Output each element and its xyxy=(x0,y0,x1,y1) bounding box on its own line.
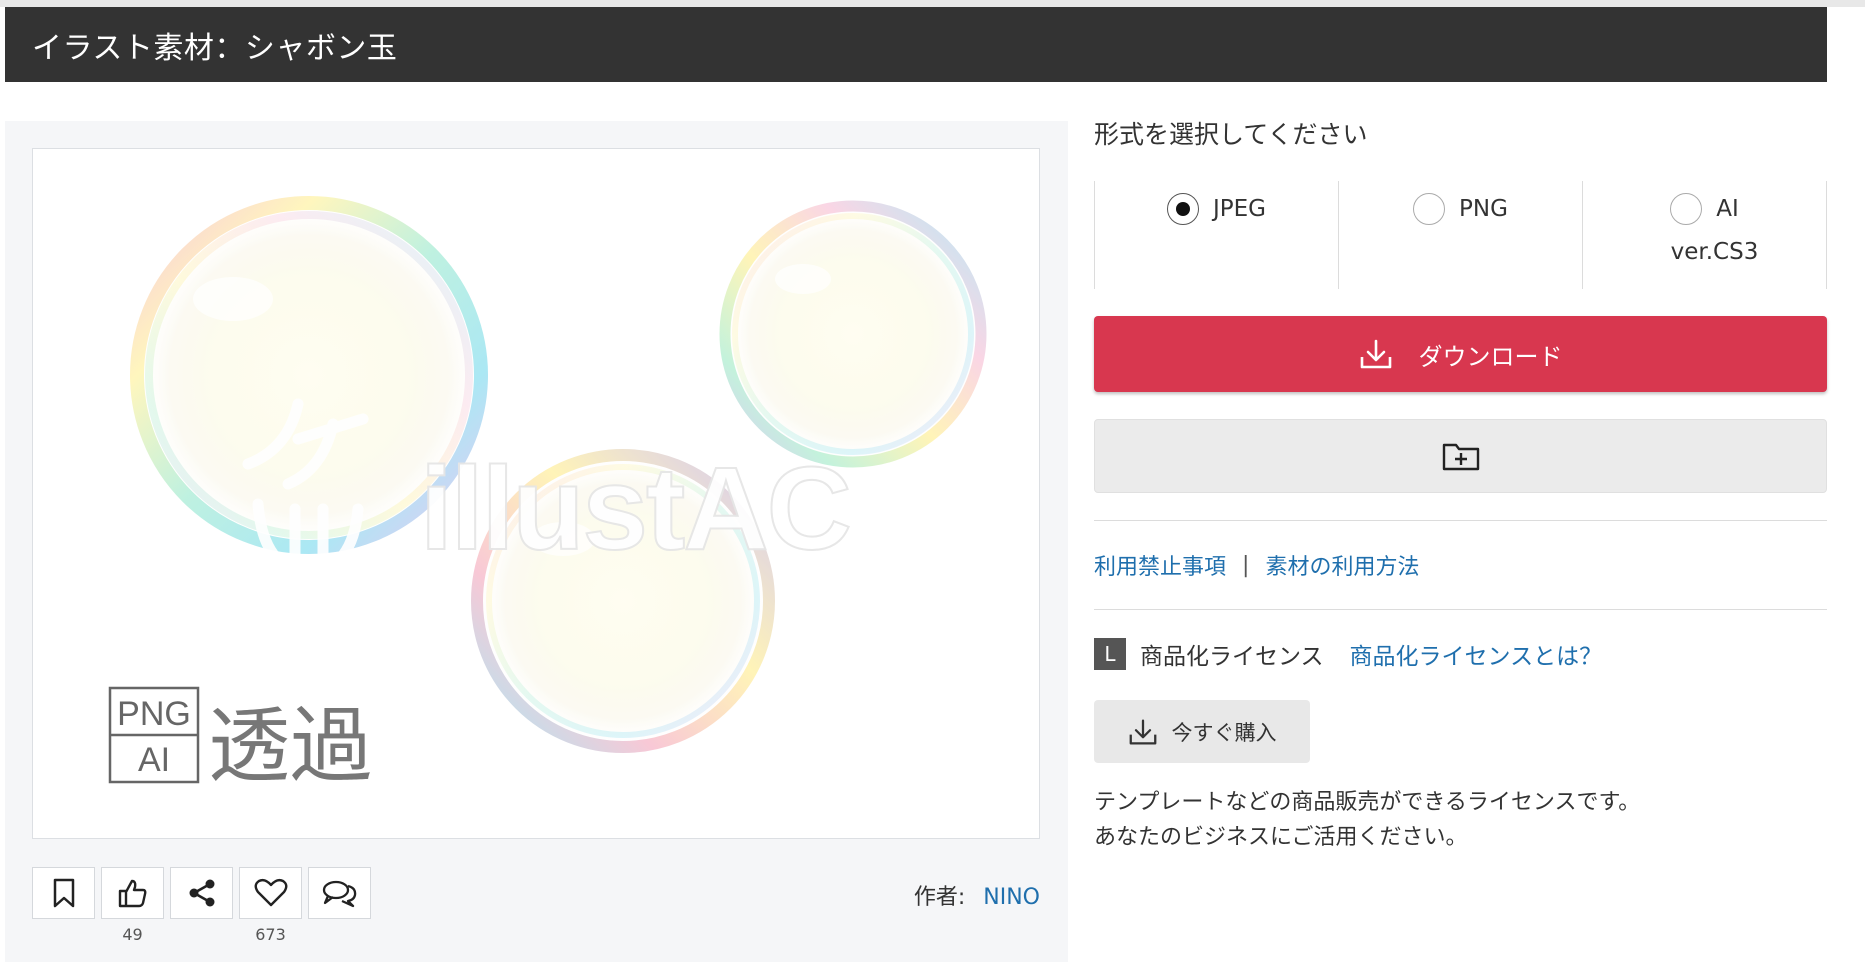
author: 作者: NINO xyxy=(914,879,1040,911)
link-separator: | xyxy=(1242,552,1250,578)
prohibited-link[interactable]: 利用禁止事項 xyxy=(1094,549,1226,581)
share-button[interactable] xyxy=(170,867,233,919)
favorite-button[interactable] xyxy=(239,867,302,919)
thumbs-up-icon xyxy=(118,879,146,908)
bookmark-icon xyxy=(53,878,74,908)
page: イラスト素材：シャボン玉 illustAC PNG AI 透過 49 673 作… xyxy=(0,0,1865,962)
comment-icon xyxy=(322,880,356,908)
author-label: 作者: xyxy=(913,885,966,910)
add-to-folder-button[interactable] xyxy=(1094,419,1827,493)
bubble-top-right xyxy=(719,200,987,468)
license-info-link[interactable]: 商品化ライセンスとは？ xyxy=(1350,637,1603,671)
radio-ai[interactable] xyxy=(1670,193,1703,225)
download-button[interactable]: ダウンロード xyxy=(1094,316,1827,392)
format-option-png[interactable]: PNG xyxy=(1339,181,1583,289)
action-share xyxy=(170,867,233,945)
preview-image: illustAC PNG AI 透過 xyxy=(32,148,1040,839)
license-row: L 商品化ライセンス 商品化ライセンスとは？ xyxy=(1094,638,1827,670)
format-selector: JPEG PNG AI ver.CS3 xyxy=(1094,181,1827,289)
format-label-jpeg: JPEG xyxy=(1212,196,1266,222)
folder-plus-icon xyxy=(1442,443,1479,471)
action-favorite: 673 xyxy=(239,867,302,945)
buy-now-label: 今すぐ購入 xyxy=(1171,720,1277,745)
license-desc-line2: あなたのビジネスにご活用ください。 xyxy=(1094,825,1468,850)
license-description: テンプレートなどの商品販売ができるライセンスです。 あなたのビジネスにご活用くだ… xyxy=(1094,785,1827,855)
preview-panel: illustAC PNG AI 透過 49 673 作者: NINO xyxy=(5,121,1068,962)
page-title-text: イラスト素材：シャボン玉 xyxy=(32,30,398,66)
buy-now-button[interactable]: 今すぐ購入 xyxy=(1094,700,1310,763)
comment-button[interactable] xyxy=(308,867,371,919)
format-option-jpeg[interactable]: JPEG xyxy=(1095,181,1339,289)
radio-png[interactable] xyxy=(1413,193,1446,225)
like-button[interactable] xyxy=(101,867,164,919)
download-icon xyxy=(1129,718,1156,745)
top-shade xyxy=(0,0,1865,7)
divider xyxy=(1094,609,1827,610)
format-ai-version: ver.CS3 xyxy=(1670,239,1759,265)
transparent-badge: PNG AI 透過 xyxy=(108,686,372,794)
page-title: イラスト素材：シャボン玉 xyxy=(5,7,1827,82)
share-icon xyxy=(189,879,214,907)
download-icon xyxy=(1360,339,1391,369)
license-desc-line1: テンプレートなどの商品販売ができるライセンスです。 xyxy=(1094,790,1641,815)
format-heading: 形式を選択してください xyxy=(1094,120,1368,149)
watermark-text: illustAC xyxy=(420,443,850,575)
bookmark-button[interactable] xyxy=(32,867,95,919)
heart-icon xyxy=(254,878,287,907)
favorite-count: 673 xyxy=(255,925,286,944)
download-panel: 形式を選択してください JPEG PNG AI ver.CS3 ダウンロード 利… xyxy=(1094,115,1827,855)
download-label: ダウンロード xyxy=(1418,342,1563,371)
format-label-ai: AI xyxy=(1716,196,1739,222)
radio-jpeg[interactable] xyxy=(1166,193,1199,225)
license-badge: L xyxy=(1094,638,1126,670)
author-link[interactable]: NINO xyxy=(983,885,1040,910)
badge-png: PNG xyxy=(117,695,191,733)
action-bar: 49 673 xyxy=(32,867,371,945)
format-option-ai[interactable]: AI ver.CS3 xyxy=(1583,181,1827,289)
format-label-png: PNG xyxy=(1459,196,1508,222)
action-bookmark xyxy=(32,867,95,945)
usage-link[interactable]: 素材の利用方法 xyxy=(1265,549,1419,581)
badge-label: 透過 xyxy=(208,699,372,794)
usage-links: 利用禁止事項 | 素材の利用方法 xyxy=(1094,521,1827,609)
license-name: 商品化ライセンス xyxy=(1140,644,1324,670)
badge-ai: AI xyxy=(138,741,170,779)
action-comment xyxy=(308,867,371,945)
like-count: 49 xyxy=(122,925,143,944)
action-like: 49 xyxy=(101,867,164,945)
